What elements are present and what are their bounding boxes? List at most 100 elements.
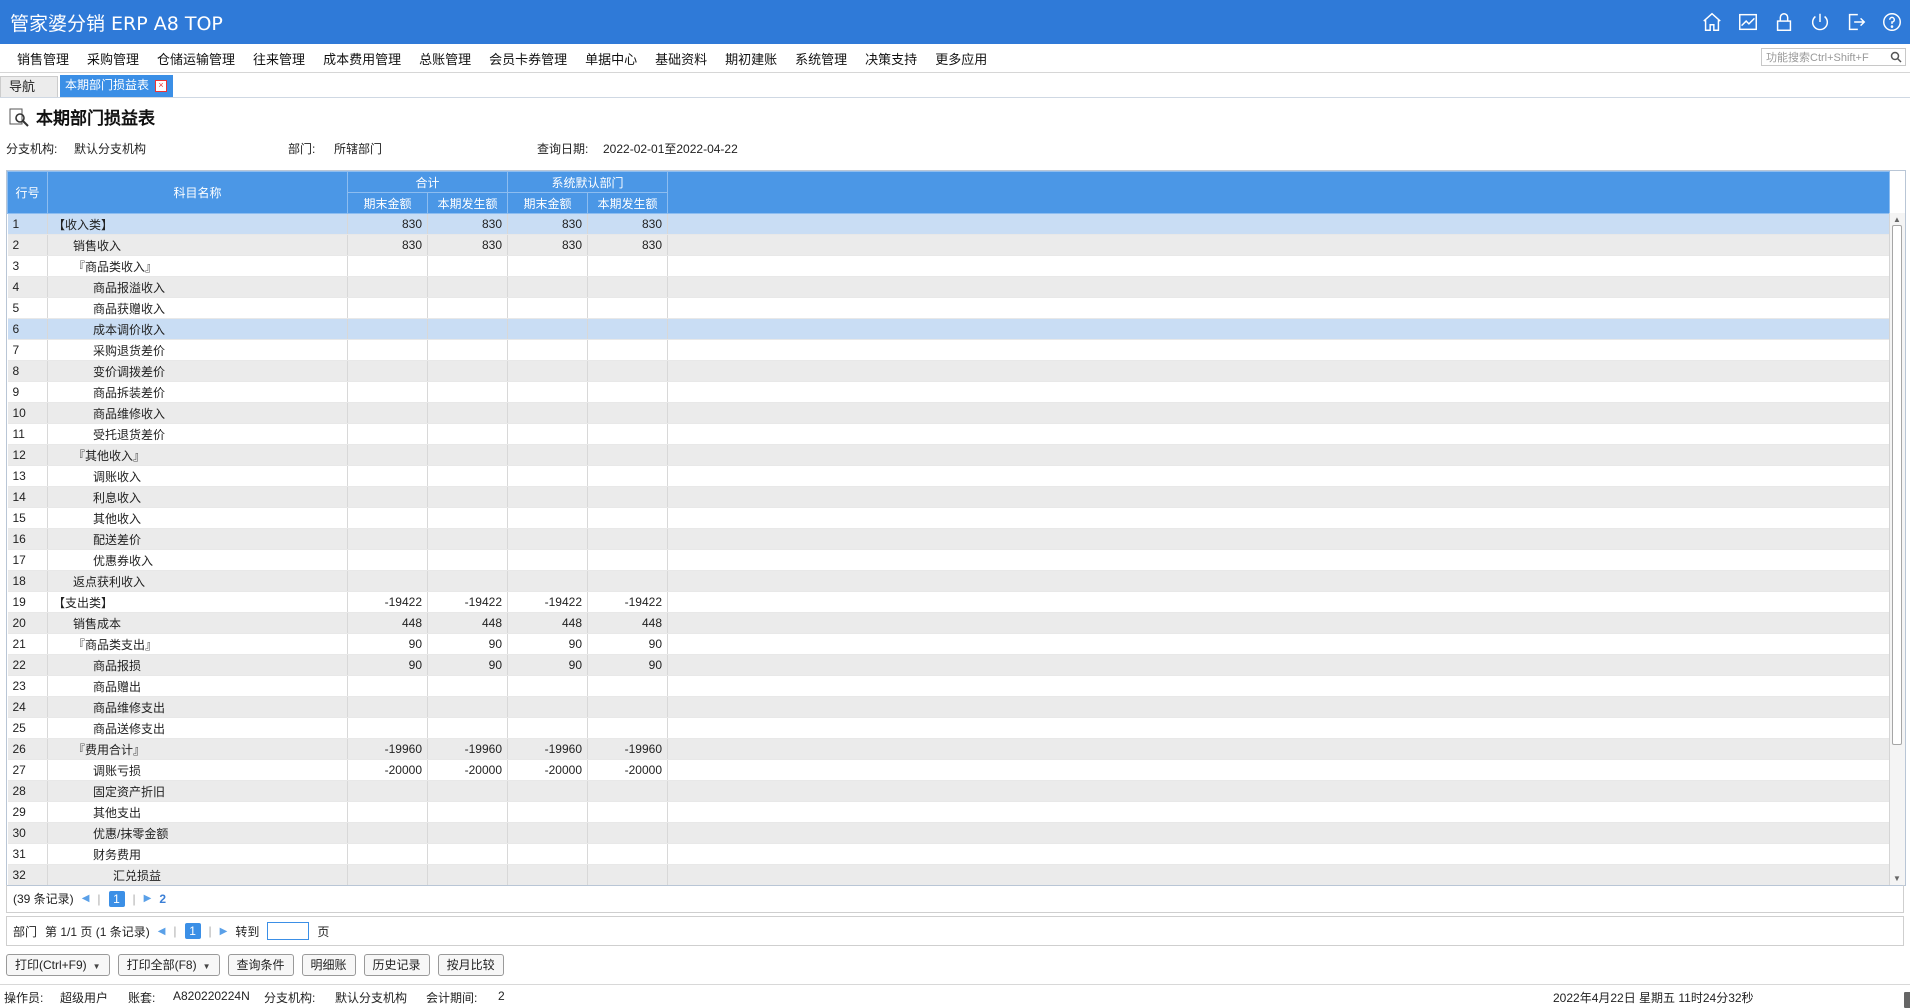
- table-row[interactable]: 11 受托退货差价: [7, 423, 1890, 445]
- table-row[interactable]: 10 商品维修收入: [7, 402, 1890, 424]
- query-conditions-button[interactable]: 查询条件: [227, 954, 294, 976]
- period-amount-cell: [587, 255, 668, 277]
- table-row[interactable]: 5 商品获赠收入: [7, 297, 1890, 319]
- table-row[interactable]: 7 采购退货差价: [7, 339, 1890, 361]
- header-period-amount[interactable]: 本期发生额: [427, 192, 508, 214]
- menu-item[interactable]: 仓储运输管理: [157, 49, 235, 68]
- table-row[interactable]: 13 调账收入: [7, 465, 1890, 487]
- period-amount-cell: -19422: [427, 591, 508, 613]
- table-row[interactable]: 16 配送差价: [7, 528, 1890, 550]
- scrollbar-thumb[interactable]: [1892, 225, 1902, 745]
- end-amount-cell: [347, 843, 428, 865]
- help-icon[interactable]: [1880, 10, 1904, 34]
- table-row[interactable]: 22 商品报损 90 90 90 90: [7, 654, 1890, 676]
- menu-item[interactable]: 期初建账: [725, 49, 777, 68]
- scroll-up-icon[interactable]: ▲: [1893, 215, 1901, 224]
- filler-cell: [667, 591, 1890, 613]
- scroll-down-icon[interactable]: ▼: [1893, 874, 1901, 883]
- header-end-amount[interactable]: 期末金额: [507, 192, 588, 214]
- subject-cell: 『其他收入』: [47, 444, 348, 466]
- end-amount-cell: [507, 570, 588, 592]
- menu-item[interactable]: 销售管理: [17, 49, 69, 68]
- header-end-amount[interactable]: 期末金额: [347, 192, 428, 214]
- profit-loss-table: 行号 科目名称 合计 系统默认部门 期末金额 本期发生额 期末金额 本期发生额 …: [7, 171, 1890, 885]
- table-row[interactable]: 14 利息收入: [7, 486, 1890, 508]
- table-row[interactable]: 28 固定资产折旧: [7, 780, 1890, 802]
- prev-page-icon[interactable]: ◀: [82, 893, 90, 904]
- print-all-button[interactable]: 打印全部(F8) ▼: [117, 954, 220, 976]
- title-bar: 管家婆分销 ERP A8 TOP: [0, 0, 1910, 44]
- logout-icon[interactable]: [1844, 10, 1868, 34]
- table-row[interactable]: 9 商品拆装差价: [7, 381, 1890, 403]
- table-row[interactable]: 19 【支出类】 -19422 -19422 -19422 -19422: [7, 591, 1890, 613]
- menu-item[interactable]: 往来管理: [253, 49, 305, 68]
- end-amount-cell: -20000: [347, 759, 428, 781]
- page-number[interactable]: 1: [108, 890, 125, 907]
- table-row[interactable]: 17 优惠券收入: [7, 549, 1890, 571]
- table-row[interactable]: 25 商品送修支出: [7, 717, 1890, 739]
- next-page-icon[interactable]: ▶: [144, 893, 152, 904]
- home-icon[interactable]: [1904, 992, 1910, 1008]
- end-amount-cell: [347, 423, 428, 445]
- menu-item[interactable]: 系统管理: [795, 49, 847, 68]
- menu-item[interactable]: 基础资料: [655, 49, 707, 68]
- table-row[interactable]: 31 财务费用: [7, 843, 1890, 865]
- table-row[interactable]: 29 其他支出: [7, 801, 1890, 823]
- table-row[interactable]: 18 返点获利收入: [7, 570, 1890, 592]
- vertical-scrollbar[interactable]: ▲ ▼: [1889, 213, 1905, 885]
- menu-item[interactable]: 采购管理: [87, 49, 139, 68]
- chart-icon[interactable]: [1736, 10, 1760, 34]
- menu-item[interactable]: 成本费用管理: [323, 49, 401, 68]
- table-row[interactable]: 32 汇兑损益: [7, 864, 1890, 885]
- chevron-down-icon[interactable]: ▼: [93, 962, 101, 971]
- prev-page-icon[interactable]: ◀: [158, 926, 166, 937]
- tab-navigation[interactable]: 导航: [0, 76, 58, 97]
- table-row[interactable]: 4 商品报溢收入: [7, 276, 1890, 298]
- table-row[interactable]: 2 销售收入 830 830 830 830: [7, 234, 1890, 256]
- table-row[interactable]: 24 商品维修支出: [7, 696, 1890, 718]
- table-row[interactable]: 23 商品赠出: [7, 675, 1890, 697]
- period-amount-cell: 90: [427, 633, 508, 655]
- table-row[interactable]: 6 成本调价收入: [7, 318, 1890, 340]
- end-amount-cell: 830: [507, 213, 588, 235]
- refresh-icon[interactable]: 2: [159, 892, 166, 906]
- period-amount-cell: [587, 801, 668, 823]
- chevron-down-icon[interactable]: ▼: [203, 962, 211, 971]
- menu-item[interactable]: 会员卡券管理: [489, 49, 567, 68]
- menu-item[interactable]: 决策支持: [865, 49, 917, 68]
- table-row[interactable]: 8 变价调拨差价: [7, 360, 1890, 382]
- home-icon[interactable]: [1700, 10, 1724, 34]
- search-icon[interactable]: [1890, 51, 1902, 63]
- tab-dept-profit-loss[interactable]: 本期部门损益表 ×: [60, 75, 173, 97]
- menu-item[interactable]: 总账管理: [419, 49, 471, 68]
- table-row[interactable]: 15 其他收入: [7, 507, 1890, 529]
- row-number-cell: 27: [7, 759, 48, 781]
- table-row[interactable]: 21 『商品类支出』 90 90 90 90: [7, 633, 1890, 655]
- page-number[interactable]: 1: [184, 923, 201, 939]
- header-period-amount[interactable]: 本期发生额: [587, 192, 668, 214]
- table-row[interactable]: 3 『商品类收入』: [7, 255, 1890, 277]
- history-button[interactable]: 历史记录: [363, 954, 430, 976]
- table-row[interactable]: 30 优惠/抹零金额: [7, 822, 1890, 844]
- table-row[interactable]: 26 『费用合计』 -19960 -19960 -19960 -19960: [7, 738, 1890, 760]
- end-amount-cell: [507, 465, 588, 487]
- table-row[interactable]: 12 『其他收入』: [7, 444, 1890, 466]
- table-row[interactable]: 20 销售成本 448 448 448 448: [7, 612, 1890, 634]
- goto-page-input[interactable]: [267, 922, 310, 940]
- close-icon[interactable]: ×: [155, 80, 167, 92]
- detail-ledger-button[interactable]: 明细账: [301, 954, 356, 976]
- function-search-input[interactable]: 功能搜索Ctrl+Shift+F: [1761, 48, 1906, 66]
- table-row[interactable]: 1 【收入类】 830 830 830 830: [7, 213, 1890, 235]
- power-icon[interactable]: [1808, 10, 1832, 34]
- end-amount-cell: [507, 843, 588, 865]
- filler-cell: [667, 759, 1890, 781]
- lock-icon[interactable]: [1772, 10, 1796, 34]
- table-row[interactable]: 27 调账亏损 -20000 -20000 -20000 -20000: [7, 759, 1890, 781]
- next-page-icon[interactable]: ▶: [220, 926, 228, 937]
- header-row-no[interactable]: 行号: [7, 171, 48, 214]
- monthly-compare-button[interactable]: 按月比较: [437, 954, 504, 976]
- menu-item[interactable]: 单据中心: [585, 49, 637, 68]
- header-subject[interactable]: 科目名称: [47, 171, 348, 214]
- print-button[interactable]: 打印(Ctrl+F9) ▼: [6, 954, 110, 976]
- menu-item[interactable]: 更多应用: [935, 49, 987, 68]
